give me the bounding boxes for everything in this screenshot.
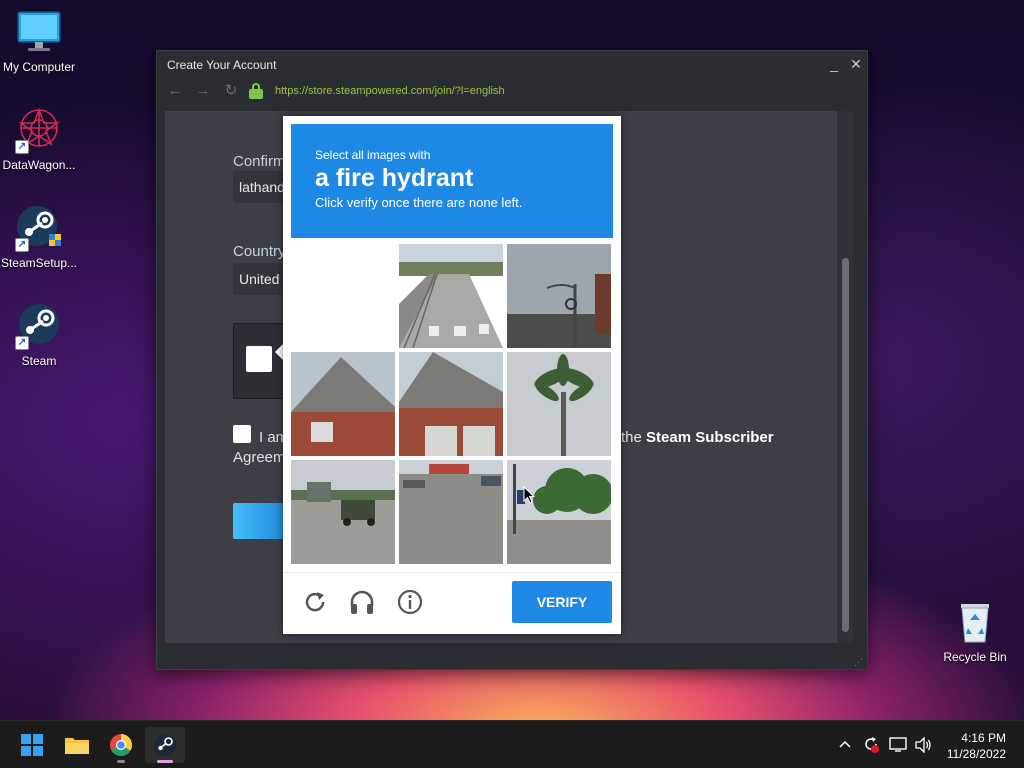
datawagon-icon: ↗ (15, 106, 63, 154)
audio-challenge-icon[interactable] (348, 588, 376, 616)
challenge-image-grid (291, 244, 613, 564)
challenge-tile-3[interactable] (507, 244, 611, 348)
shortcut-arrow-icon: ↗ (15, 336, 29, 350)
info-icon[interactable] (396, 588, 424, 616)
forward-arrow-icon[interactable]: → (193, 81, 213, 101)
challenge-footer-divider (283, 572, 621, 573)
desktop-icon-recycle-bin[interactable]: Recycle Bin (935, 598, 1015, 664)
tray-update-status[interactable] (862, 721, 880, 768)
tray-overflow-chevron[interactable] (838, 721, 852, 768)
challenge-tile-2[interactable] (399, 244, 503, 348)
steam-icon: ↗ (15, 302, 63, 350)
captcha-checkbox[interactable] (246, 346, 272, 372)
desktop-icon-label: My Computer (2, 60, 76, 74)
sync-alert-icon (865, 737, 879, 753)
steam-setup-icon: ↗ (15, 204, 63, 252)
window-title: Create Your Account (167, 58, 277, 72)
speaker-icon (915, 737, 931, 753)
shortcut-arrow-icon: ↗ (15, 140, 29, 154)
taskbar-chrome[interactable] (101, 727, 141, 763)
prompt-instruction: Select all images with (315, 148, 431, 162)
lock-icon (249, 83, 263, 99)
windows-logo-icon (21, 734, 43, 756)
challenge-tile-1[interactable] (291, 244, 395, 348)
tray-network[interactable] (889, 721, 907, 768)
confirm-email-label: Confirm (233, 153, 286, 170)
agree-text-middle: the (621, 429, 642, 446)
desktop-icon-label: Steam (21, 354, 57, 368)
folder-icon (65, 738, 89, 754)
country-select[interactable]: United (233, 263, 285, 295)
desktop-icon-label: Recycle Bin (943, 650, 1007, 664)
captcha-challenge-dialog: Select all images with a fire hydrant Cl… (283, 116, 621, 634)
agree-text-line2: Agreem (233, 449, 286, 466)
mouse-cursor-icon (523, 486, 535, 504)
confirm-email-input[interactable]: lathand (233, 171, 285, 203)
taskbar-file-explorer[interactable] (57, 727, 97, 763)
minimize-button[interactable]: _ (823, 54, 845, 76)
desktop-icon-my-computer[interactable]: My Computer (0, 8, 79, 74)
prompt-target: a fire hydrant (315, 164, 474, 192)
challenge-tile-4[interactable] (291, 352, 395, 456)
challenge-pointer (275, 344, 283, 360)
active-indicator (157, 760, 173, 763)
challenge-tile-5[interactable] (399, 352, 503, 456)
taskbar-steam[interactable] (145, 727, 185, 763)
country-label: Country (233, 243, 286, 260)
prompt-hint: Click verify once there are none left. (315, 195, 523, 210)
subscriber-agreement-link[interactable]: Steam Subscriber (646, 429, 774, 446)
desktop-icon-label: SteamSetup... (0, 256, 78, 270)
url-text[interactable]: https://store.steampowered.com/join/?l=e… (275, 85, 505, 97)
desktop-icon-label: DataWagon... (2, 158, 76, 172)
window-titlebar[interactable]: Create Your Account _ ✕ (157, 51, 867, 79)
taskbar: 4:16 PM 11/28/2022 (0, 720, 1024, 768)
challenge-tile-9[interactable] (507, 460, 611, 564)
monitor-icon (15, 8, 63, 56)
tray-volume[interactable] (914, 721, 932, 768)
agree-checkbox[interactable] (233, 425, 251, 443)
agree-text-suffix: the Steam Subscriber (621, 429, 774, 446)
clock-date: 11/28/2022 (946, 747, 1006, 761)
recycle-bin-icon (951, 598, 999, 646)
chrome-icon (110, 734, 132, 756)
close-button[interactable]: ✕ (845, 54, 867, 76)
reload-icon[interactable]: ↻ (221, 81, 241, 101)
resize-grip-icon[interactable]: ⋰ (854, 658, 863, 667)
challenge-prompt: Select all images with a fire hydrant Cl… (291, 124, 613, 238)
clock-time: 4:16 PM (961, 731, 1006, 745)
running-indicator (117, 760, 125, 763)
scrollbar-thumb[interactable] (842, 258, 849, 632)
back-arrow-icon[interactable]: ← (165, 81, 185, 101)
desktop-icon-steamsetup[interactable]: ↗ SteamSetup... (0, 204, 79, 270)
verify-button[interactable]: VERIFY (512, 581, 612, 623)
desktop-icon-datawagon[interactable]: ↗ DataWagon... (0, 106, 79, 172)
challenge-tile-6[interactable] (507, 352, 611, 456)
address-bar: ← → ↻ https://store.steampowered.com/joi… (157, 79, 867, 103)
page-scrollbar[interactable] (837, 111, 853, 643)
challenge-tile-8[interactable] (399, 460, 503, 564)
taskbar-clock[interactable]: 4:16 PM 11/28/2022 (947, 730, 1006, 762)
refresh-icon[interactable] (301, 588, 329, 616)
shortcut-arrow-icon: ↗ (15, 238, 29, 252)
network-monitor-icon (889, 737, 907, 752)
steam-taskbar-icon (154, 734, 176, 756)
challenge-tile-7[interactable] (291, 460, 395, 564)
desktop-icon-steam[interactable]: ↗ Steam (0, 302, 79, 368)
chevron-up-icon (839, 740, 851, 748)
start-button[interactable] (12, 727, 52, 763)
